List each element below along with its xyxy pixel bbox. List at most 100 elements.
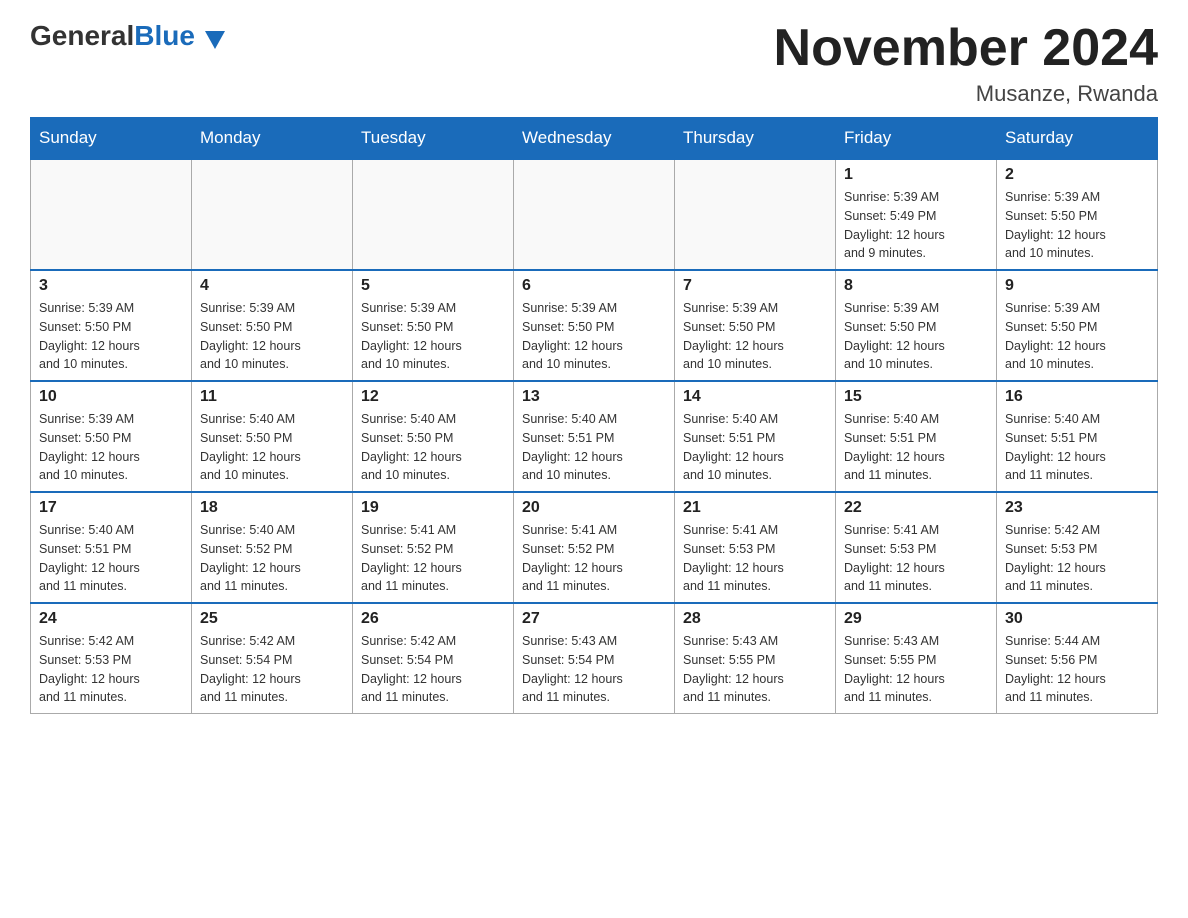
day-number: 23 (1005, 499, 1149, 517)
calendar-cell: 7 Sunrise: 5:39 AM Sunset: 5:50 PM Daylig… (675, 270, 836, 381)
month-title: November 2024 (774, 20, 1158, 77)
calendar-table: SundayMondayTuesdayWednesdayThursdayFrid… (30, 117, 1158, 714)
calendar-cell: 4 Sunrise: 5:39 AM Sunset: 5:50 PM Daylig… (192, 270, 353, 381)
day-info: Sunrise: 5:39 AM Sunset: 5:50 PM Dayligh… (683, 299, 827, 374)
day-info: Sunrise: 5:40 AM Sunset: 5:50 PM Dayligh… (200, 410, 344, 485)
calendar-header-row: SundayMondayTuesdayWednesdayThursdayFrid… (31, 118, 1158, 160)
day-info: Sunrise: 5:40 AM Sunset: 5:51 PM Dayligh… (1005, 410, 1149, 485)
day-info: Sunrise: 5:40 AM Sunset: 5:52 PM Dayligh… (200, 521, 344, 596)
calendar-cell: 14 Sunrise: 5:40 AM Sunset: 5:51 PM Dayli… (675, 381, 836, 492)
calendar-cell: 26 Sunrise: 5:42 AM Sunset: 5:54 PM Dayli… (353, 603, 514, 714)
location-subtitle: Musanze, Rwanda (774, 81, 1158, 107)
day-info: Sunrise: 5:43 AM Sunset: 5:55 PM Dayligh… (683, 632, 827, 707)
day-number: 8 (844, 277, 988, 295)
day-number: 4 (200, 277, 344, 295)
day-number: 9 (1005, 277, 1149, 295)
day-number: 15 (844, 388, 988, 406)
calendar-header-sunday: Sunday (31, 118, 192, 160)
calendar-cell: 2Sunrise: 5:39 AM Sunset: 5:50 PM Daylig… (997, 159, 1158, 270)
day-number: 28 (683, 610, 827, 628)
calendar-cell (514, 159, 675, 270)
calendar-cell: 6Sunrise: 5:39 AM Sunset: 5:50 PM Daylig… (514, 270, 675, 381)
calendar-cell: 5 Sunrise: 5:39 AM Sunset: 5:50 PM Daylig… (353, 270, 514, 381)
calendar-cell (675, 159, 836, 270)
logo-text: General Blue (30, 20, 225, 52)
calendar-cell: 22 Sunrise: 5:41 AM Sunset: 5:53 PM Dayli… (836, 492, 997, 603)
day-info: Sunrise: 5:39 AM Sunset: 5:50 PM Dayligh… (1005, 299, 1149, 374)
day-info: Sunrise: 5:39 AM Sunset: 5:50 PM Dayligh… (39, 410, 183, 485)
day-info: Sunrise: 5:39 AM Sunset: 5:49 PM Dayligh… (844, 188, 988, 263)
day-number: 7 (683, 277, 827, 295)
day-info: Sunrise: 5:42 AM Sunset: 5:54 PM Dayligh… (200, 632, 344, 707)
calendar-cell: 13 Sunrise: 5:40 AM Sunset: 5:51 PM Dayli… (514, 381, 675, 492)
calendar-cell: 24Sunrise: 5:42 AM Sunset: 5:53 PM Dayli… (31, 603, 192, 714)
day-number: 14 (683, 388, 827, 406)
day-info: Sunrise: 5:42 AM Sunset: 5:54 PM Dayligh… (361, 632, 505, 707)
calendar-cell: 30 Sunrise: 5:44 AM Sunset: 5:56 PM Dayli… (997, 603, 1158, 714)
page-header: General Blue November 2024 Musanze, Rwan… (30, 20, 1158, 107)
logo-blue-text: Blue (134, 20, 224, 52)
day-info: Sunrise: 5:39 AM Sunset: 5:50 PM Dayligh… (200, 299, 344, 374)
calendar-week-5: 24Sunrise: 5:42 AM Sunset: 5:53 PM Dayli… (31, 603, 1158, 714)
day-number: 3 (39, 277, 183, 295)
day-number: 12 (361, 388, 505, 406)
calendar-cell: 3 Sunrise: 5:39 AM Sunset: 5:50 PM Daylig… (31, 270, 192, 381)
day-info: Sunrise: 5:41 AM Sunset: 5:53 PM Dayligh… (844, 521, 988, 596)
day-info: Sunrise: 5:39 AM Sunset: 5:50 PM Dayligh… (844, 299, 988, 374)
calendar-header-saturday: Saturday (997, 118, 1158, 160)
calendar-cell: 18 Sunrise: 5:40 AM Sunset: 5:52 PM Dayli… (192, 492, 353, 603)
day-number: 2 (1005, 166, 1149, 184)
calendar-cell: 27Sunrise: 5:43 AM Sunset: 5:54 PM Dayli… (514, 603, 675, 714)
calendar-cell: 8 Sunrise: 5:39 AM Sunset: 5:50 PM Daylig… (836, 270, 997, 381)
day-info: Sunrise: 5:40 AM Sunset: 5:51 PM Dayligh… (39, 521, 183, 596)
calendar-header-friday: Friday (836, 118, 997, 160)
calendar-cell: 17 Sunrise: 5:40 AM Sunset: 5:51 PM Dayli… (31, 492, 192, 603)
day-info: Sunrise: 5:39 AM Sunset: 5:50 PM Dayligh… (39, 299, 183, 374)
logo-triangle-icon (205, 31, 225, 49)
day-number: 25 (200, 610, 344, 628)
calendar-cell: 11 Sunrise: 5:40 AM Sunset: 5:50 PM Dayli… (192, 381, 353, 492)
day-number: 29 (844, 610, 988, 628)
day-number: 20 (522, 499, 666, 517)
calendar-cell: 28 Sunrise: 5:43 AM Sunset: 5:55 PM Dayli… (675, 603, 836, 714)
day-number: 26 (361, 610, 505, 628)
calendar-header-thursday: Thursday (675, 118, 836, 160)
calendar-cell: 19 Sunrise: 5:41 AM Sunset: 5:52 PM Dayli… (353, 492, 514, 603)
day-number: 18 (200, 499, 344, 517)
calendar-cell (31, 159, 192, 270)
day-info: Sunrise: 5:43 AM Sunset: 5:55 PM Dayligh… (844, 632, 988, 707)
day-info: Sunrise: 5:41 AM Sunset: 5:52 PM Dayligh… (522, 521, 666, 596)
day-number: 10 (39, 388, 183, 406)
day-number: 11 (200, 388, 344, 406)
day-number: 19 (361, 499, 505, 517)
day-number: 1 (844, 166, 988, 184)
day-info: Sunrise: 5:39 AM Sunset: 5:50 PM Dayligh… (361, 299, 505, 374)
day-info: Sunrise: 5:40 AM Sunset: 5:51 PM Dayligh… (844, 410, 988, 485)
day-number: 16 (1005, 388, 1149, 406)
day-number: 6 (522, 277, 666, 295)
day-number: 17 (39, 499, 183, 517)
day-number: 5 (361, 277, 505, 295)
calendar-week-4: 17 Sunrise: 5:40 AM Sunset: 5:51 PM Dayli… (31, 492, 1158, 603)
day-info: Sunrise: 5:44 AM Sunset: 5:56 PM Dayligh… (1005, 632, 1149, 707)
day-info: Sunrise: 5:42 AM Sunset: 5:53 PM Dayligh… (39, 632, 183, 707)
day-info: Sunrise: 5:43 AM Sunset: 5:54 PM Dayligh… (522, 632, 666, 707)
calendar-header-tuesday: Tuesday (353, 118, 514, 160)
day-number: 13 (522, 388, 666, 406)
title-area: November 2024 Musanze, Rwanda (774, 20, 1158, 107)
day-number: 30 (1005, 610, 1149, 628)
calendar-cell: 1 Sunrise: 5:39 AM Sunset: 5:49 PM Daylig… (836, 159, 997, 270)
day-info: Sunrise: 5:40 AM Sunset: 5:51 PM Dayligh… (522, 410, 666, 485)
calendar-cell (353, 159, 514, 270)
logo: General Blue (30, 20, 225, 52)
day-number: 22 (844, 499, 988, 517)
day-number: 21 (683, 499, 827, 517)
day-info: Sunrise: 5:40 AM Sunset: 5:51 PM Dayligh… (683, 410, 827, 485)
calendar-cell: 20 Sunrise: 5:41 AM Sunset: 5:52 PM Dayli… (514, 492, 675, 603)
calendar-cell: 21Sunrise: 5:41 AM Sunset: 5:53 PM Dayli… (675, 492, 836, 603)
calendar-cell: 25 Sunrise: 5:42 AM Sunset: 5:54 PM Dayli… (192, 603, 353, 714)
day-info: Sunrise: 5:41 AM Sunset: 5:52 PM Dayligh… (361, 521, 505, 596)
calendar-cell: 9 Sunrise: 5:39 AM Sunset: 5:50 PM Daylig… (997, 270, 1158, 381)
calendar-cell: 10 Sunrise: 5:39 AM Sunset: 5:50 PM Dayli… (31, 381, 192, 492)
calendar-week-1: 1 Sunrise: 5:39 AM Sunset: 5:49 PM Daylig… (31, 159, 1158, 270)
